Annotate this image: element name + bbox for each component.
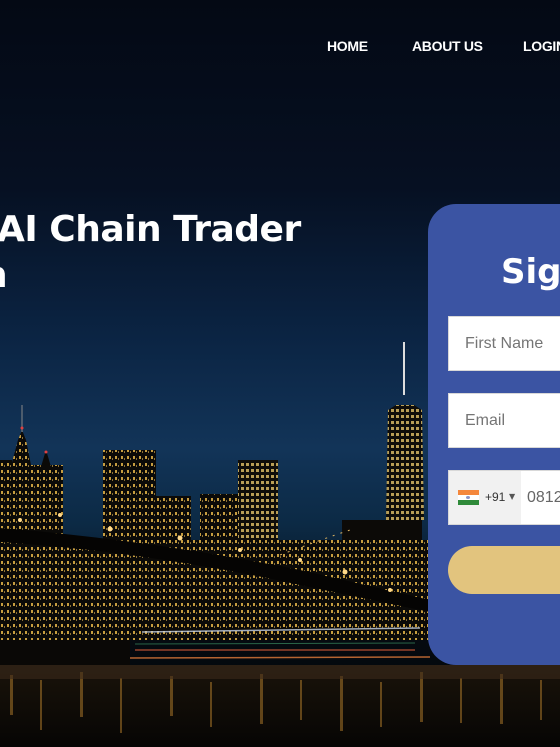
signup-form-card: Sign Up +91 ▼ [428, 204, 560, 665]
chevron-down-icon: ▼ [509, 492, 516, 501]
dial-code: +91 [485, 490, 506, 504]
hero-headline-line1: AI Chain Trader [0, 209, 301, 250]
hero-headline-line2: n [0, 254, 8, 298]
nav-home-link[interactable]: HOME [327, 38, 368, 54]
nav-about-us-link[interactable]: ABOUT US [412, 38, 483, 54]
phone-input[interactable] [521, 471, 560, 524]
first-name-field[interactable] [448, 316, 560, 371]
nav-login-link[interactable]: LOGIN [523, 38, 560, 54]
india-flag-icon [458, 490, 479, 505]
main-navigation: HOME ABOUT US LOGIN [0, 38, 560, 58]
first-name-input[interactable] [449, 317, 560, 370]
phone-field: +91 ▼ [448, 470, 560, 525]
submit-button[interactable] [448, 546, 560, 594]
email-input[interactable] [449, 394, 560, 447]
country-code-selector[interactable]: +91 ▼ [449, 471, 521, 524]
phone-input-wrapper [521, 471, 560, 524]
email-field[interactable] [448, 393, 560, 448]
signup-title: Sign Up [501, 252, 560, 292]
